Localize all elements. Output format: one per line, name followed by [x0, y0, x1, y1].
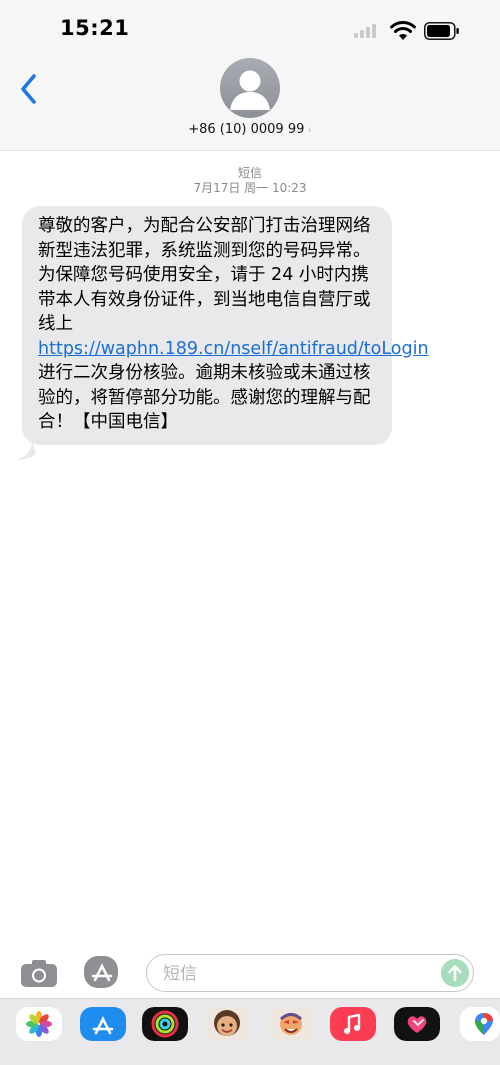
contact-name[interactable]: +86 (10) 0009 99 ›: [0, 122, 500, 137]
photos-app-icon[interactable]: [16, 1007, 62, 1041]
message-link[interactable]: https://waphn.189.cn/nself/antifraud/toL…: [38, 339, 429, 359]
message-timestamp: 7月17日 周一 10:23: [193, 181, 307, 195]
app-store-app-icon[interactable]: [80, 1007, 126, 1041]
cellular-signal-icon: [354, 24, 380, 38]
memoji-app-icon[interactable]: [204, 1007, 250, 1041]
chevron-right-icon: ›: [307, 123, 312, 136]
message-text: 尊敬的客户，为配合公安部门打击治理网络新型违法犯罪，系统监测到您的号码异常。为保…: [38, 216, 371, 334]
message-input[interactable]: [161, 961, 425, 987]
back-button[interactable]: [14, 70, 44, 108]
status-time: 15:21: [60, 16, 130, 40]
incoming-message-bubble[interactable]: 尊敬的客户，为配合公安部门打击治理网络新型违法犯罪，系统监测到您的号码异常。为保…: [22, 206, 429, 445]
imessage-app-drawer: [0, 998, 500, 1065]
messages-screen: 15:21 +86 (10) 0009 99 › 短信 7月17日 周一 10:…: [0, 0, 500, 1065]
conversation-header: 15:21 +86 (10) 0009 99 ›: [0, 0, 500, 151]
music-app-icon[interactable]: [330, 1007, 376, 1041]
battery-icon: [424, 22, 459, 40]
status-icons: [354, 16, 464, 46]
message-text-tail: 进行二次身份核验。逾期未核验或未通过核验的，将暂停部分功能。感谢您的理解与配合！…: [38, 363, 371, 432]
app-store-button[interactable]: [82, 954, 122, 990]
wifi-icon: [390, 21, 416, 40]
fitness-app-icon[interactable]: [142, 1007, 188, 1041]
bubble-tail: [16, 441, 36, 460]
person-icon: [230, 70, 270, 110]
compose-bar: [0, 940, 500, 1000]
message-input-field[interactable]: [146, 954, 474, 992]
digital-touch-app-icon[interactable]: [394, 1007, 440, 1041]
maps-app-icon[interactable]: [460, 1007, 500, 1041]
send-button[interactable]: [441, 959, 469, 987]
memoji-stickers-app-icon[interactable]: [268, 1007, 314, 1041]
contact-number: +86 (10) 0009 99: [188, 122, 305, 137]
camera-button[interactable]: [20, 958, 58, 988]
contact-avatar[interactable]: [220, 58, 280, 118]
